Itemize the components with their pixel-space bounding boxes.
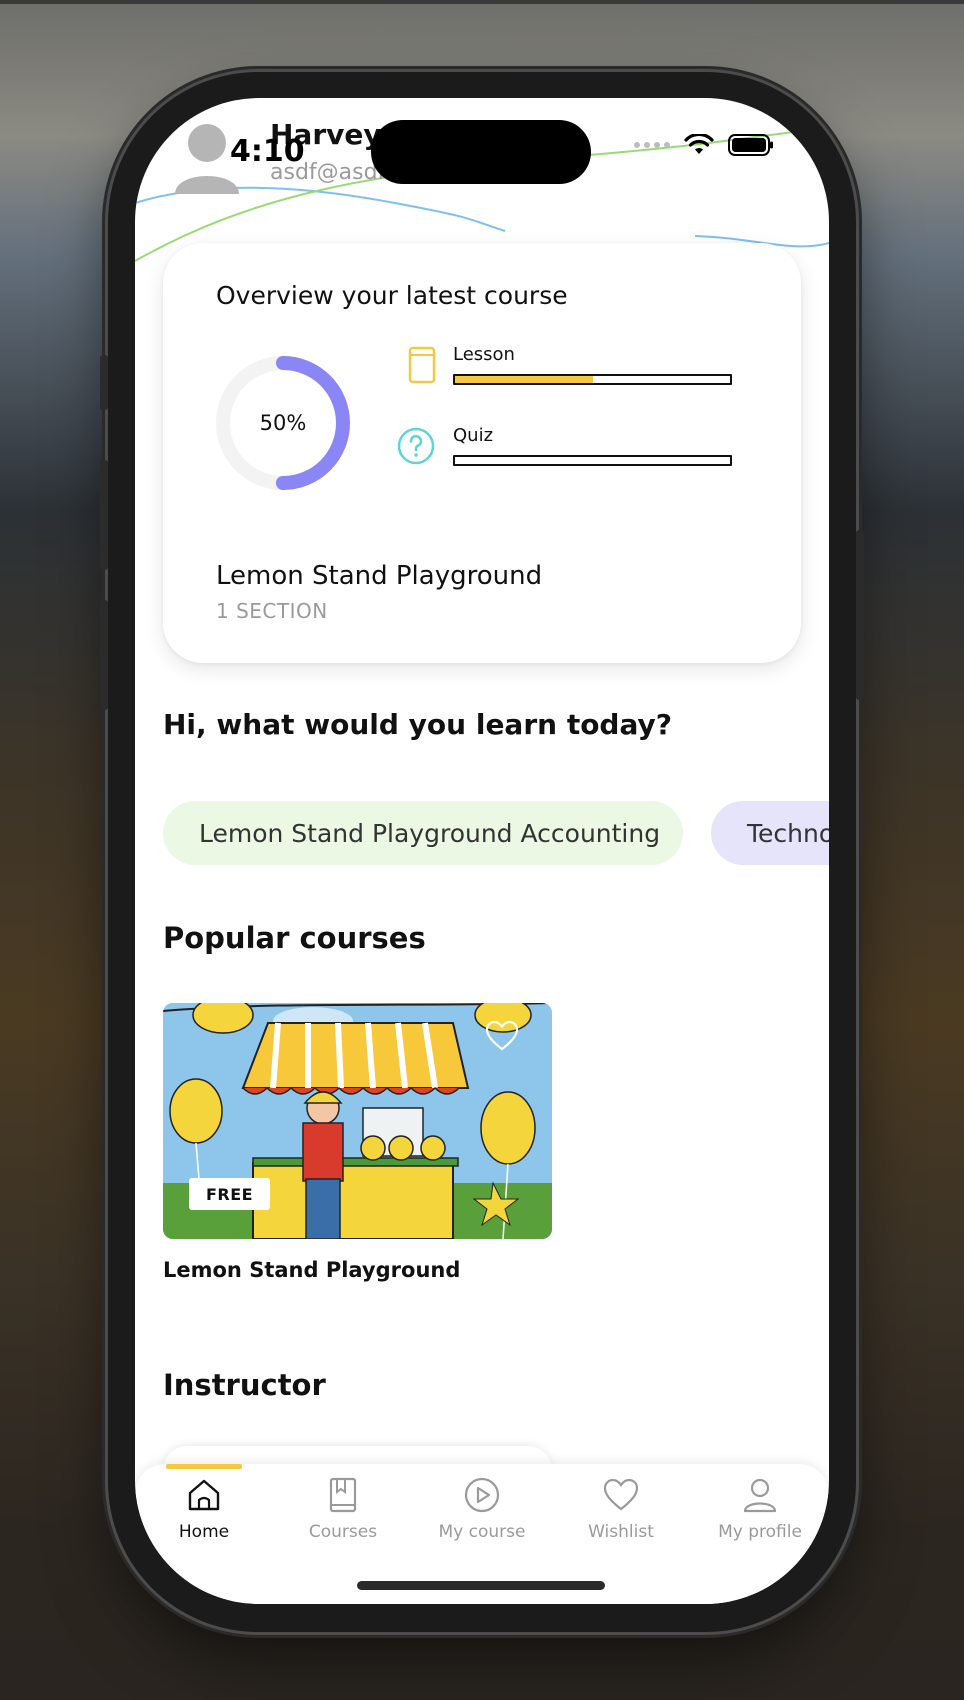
instructor-title: Instructor xyxy=(163,1368,326,1402)
lesson-label: Lesson xyxy=(453,344,515,365)
tab-my-course[interactable]: My course xyxy=(422,1476,542,1542)
tab-label: My course xyxy=(438,1522,526,1542)
phone-side-button xyxy=(100,600,108,710)
latest-course-card[interactable]: Overview your latest course 50% Lesson Q… xyxy=(163,243,801,663)
home-icon xyxy=(188,1479,220,1511)
phone-side-button xyxy=(856,530,864,700)
phone-side-button xyxy=(100,355,108,410)
tab-wishlist[interactable]: Wishlist xyxy=(561,1476,681,1542)
phone-side-button xyxy=(100,460,108,570)
category-chips: Lemon Stand Playground Accounting Techno… xyxy=(163,801,829,865)
tab-label: Wishlist xyxy=(588,1522,654,1542)
play-circle-icon xyxy=(464,1477,500,1513)
progress-percent-label: 50% xyxy=(259,411,307,435)
status-time: 4:10 xyxy=(230,134,305,169)
bookmark-book-icon xyxy=(329,1477,357,1513)
dynamic-island xyxy=(371,120,591,184)
tab-label: Home xyxy=(178,1522,230,1542)
tab-label: My profile xyxy=(718,1522,802,1542)
signal-dots-icon xyxy=(634,142,670,148)
tab-home[interactable]: Home xyxy=(144,1476,264,1542)
latest-course-name: Lemon Stand Playground xyxy=(216,561,543,591)
lesson-progress-bar xyxy=(453,374,732,385)
tab-label: Courses xyxy=(308,1522,378,1542)
wifi-icon xyxy=(684,134,714,154)
tab-courses[interactable]: Courses xyxy=(283,1476,403,1542)
category-chip-label: Lemon Stand Playground Accounting xyxy=(199,818,661,848)
battery-icon xyxy=(728,134,773,156)
category-chip-label: Technology xyxy=(747,818,829,848)
overview-title: Overview your latest course xyxy=(216,281,568,310)
app-screen: Harvey asdf@asdf.com 4:10 Overview your … xyxy=(135,98,829,1604)
home-indicator xyxy=(357,1581,605,1590)
active-tab-indicator xyxy=(166,1464,242,1469)
quiz-progress-bar xyxy=(453,455,732,466)
book-icon xyxy=(408,346,436,384)
popular-course-title[interactable]: Lemon Stand Playground xyxy=(163,1258,460,1282)
category-chip[interactable]: Lemon Stand Playground Accounting xyxy=(163,801,683,865)
user-icon xyxy=(743,1478,777,1513)
lesson-progress-fill xyxy=(455,376,593,383)
status-icons xyxy=(634,134,774,156)
greeting-heading: Hi, what would you learn today? xyxy=(163,708,673,741)
quiz-label: Quiz xyxy=(453,425,494,446)
latest-course-sections: 1 SECTION xyxy=(216,599,328,623)
category-chip[interactable]: Technology xyxy=(711,801,829,865)
tab-my-profile[interactable]: My profile xyxy=(700,1476,820,1542)
popular-courses-title: Popular courses xyxy=(163,921,426,955)
free-badge: FREE xyxy=(189,1178,270,1210)
heart-icon xyxy=(603,1478,639,1511)
question-circle-icon xyxy=(397,427,435,465)
window-top-strip xyxy=(0,0,964,4)
wishlist-heart-icon[interactable] xyxy=(485,1020,519,1052)
